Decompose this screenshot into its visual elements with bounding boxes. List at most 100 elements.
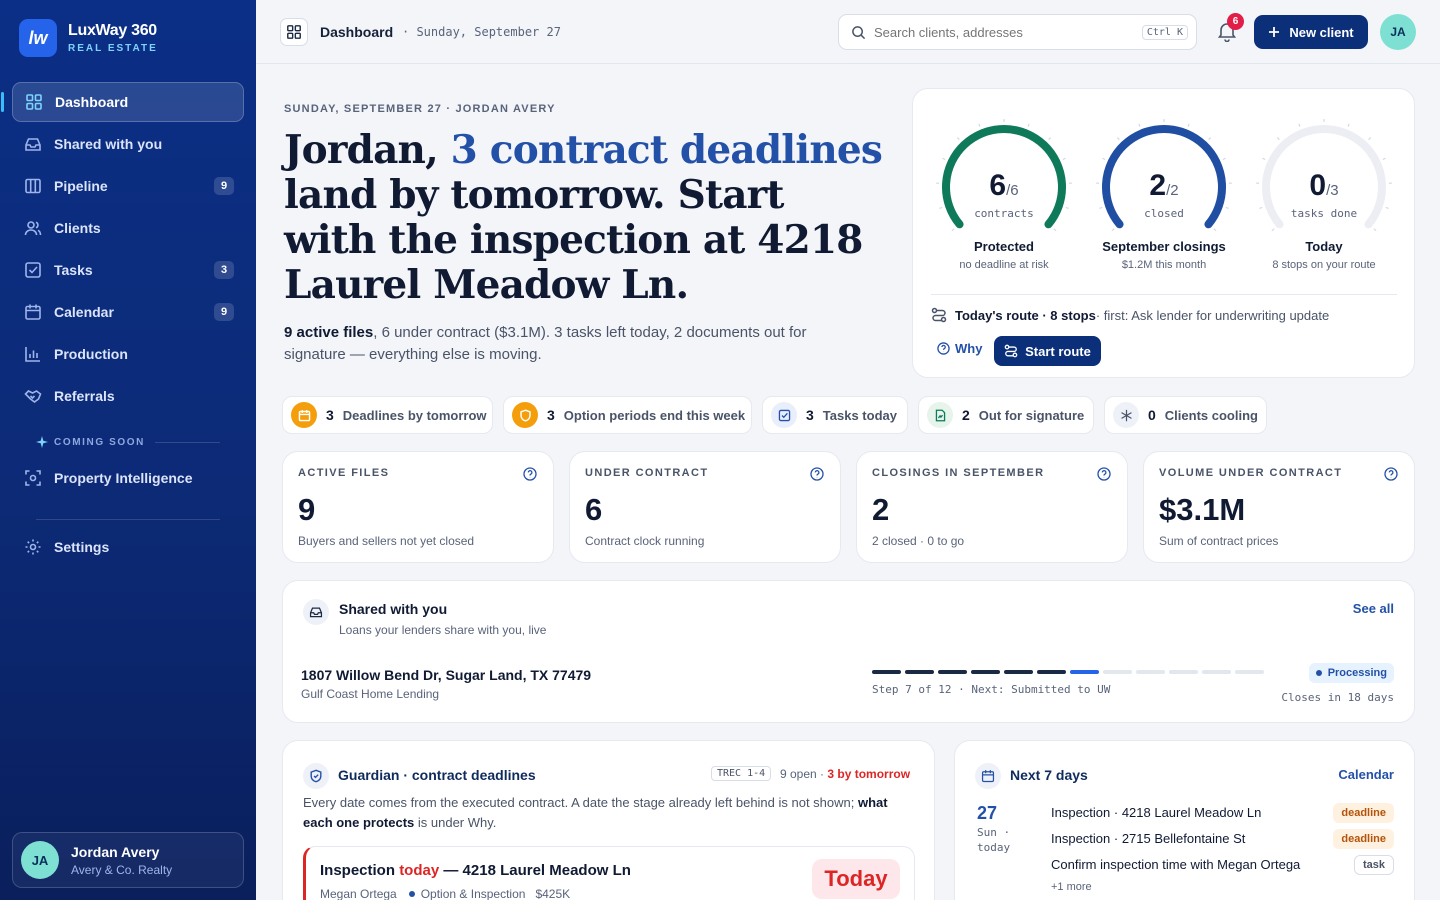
user-profile[interactable]: JA Jordan Avery Avery & Co. Realty <box>12 832 244 888</box>
grid-icon <box>287 25 301 39</box>
chip-label: Option periods end this week <box>563 407 746 423</box>
chip-option-periods[interactable]: 3 Option periods end this week <box>503 396 752 434</box>
sidebar-item-label: Shared with you <box>54 136 163 152</box>
scan-icon <box>25 470 41 486</box>
route-icon <box>1004 344 1018 358</box>
sidebar-item-tasks[interactable]: Tasks 3 <box>12 250 244 290</box>
chip-count: 0 <box>1148 407 1156 423</box>
pipeline-count-badge: 9 <box>214 177 234 195</box>
checkbox-icon <box>25 262 41 278</box>
kpi-volume-under-contract[interactable]: VOLUME UNDER CONTRACT $3.1M Sum of contr… <box>1143 451 1415 563</box>
help-icon[interactable] <box>1384 467 1398 481</box>
dashboard-grid-button[interactable] <box>280 18 308 46</box>
chip-label: Tasks today <box>822 407 897 423</box>
brand-logo: lw <box>19 19 57 57</box>
gauge-tick <box>1347 123 1350 127</box>
step-segment <box>1235 670 1264 674</box>
step-segment <box>1202 670 1231 674</box>
gauge-unit: closed <box>1144 207 1184 220</box>
status-label: Processing <box>1327 667 1387 679</box>
gauge-tick <box>1213 228 1217 232</box>
sidebar-item-pipeline[interactable]: Pipeline 9 <box>12 166 244 206</box>
sidebar-item-referrals[interactable]: Referrals <box>12 376 244 416</box>
step-segment <box>1037 670 1066 674</box>
sidebar: lw LuxWay 360 REAL ESTATE Dashboard Shar… <box>0 0 256 900</box>
kpi-value: 6 <box>585 492 603 527</box>
see-all-link[interactable]: See all <box>1353 601 1394 616</box>
deadline-item[interactable]: Inspection today — 4218 Laurel Meadow Ln… <box>303 846 915 900</box>
page-title: Dashboard <box>320 24 394 40</box>
gauge-tick <box>1187 123 1190 127</box>
search-box[interactable]: Ctrl K <box>838 14 1197 50</box>
sidebar-item-property-intelligence[interactable]: Property Intelligence <box>12 458 244 498</box>
active-indicator <box>1 92 4 112</box>
gauge-value: 6/6 <box>989 169 1019 202</box>
kpi-sub: Buyers and sellers not yet closed <box>298 534 475 548</box>
gauge-tick <box>1048 137 1052 141</box>
gauge-sub: $1.2M this month <box>1121 259 1207 271</box>
why-button[interactable]: Why <box>937 341 982 356</box>
help-icon[interactable] <box>523 467 537 481</box>
route-detail: · first: Ask lender for underwriting upd… <box>1095 307 1330 323</box>
event-tag: deadline <box>1333 803 1394 823</box>
sidebar-item-label: Settings <box>54 539 110 555</box>
hero-title-post: land by tomorrow. Start with the inspect… <box>284 172 863 308</box>
kpi-sub: Contract clock running <box>585 534 705 548</box>
search-input[interactable] <box>874 24 1124 40</box>
kpi-closings-september[interactable]: CLOSINGS IN SEPTEMBER 2 2 closed · 0 to … <box>856 451 1128 563</box>
chip-icon-wrap <box>1113 402 1139 428</box>
chip-tasks-today[interactable]: 3 Tasks today <box>762 396 908 434</box>
step-segment <box>1004 670 1033 674</box>
sidebar-item-settings[interactable]: Settings <box>12 527 244 567</box>
event-item[interactable]: Inspection · 2715 Bellefontaine St <box>1051 831 1245 846</box>
event-item[interactable]: Confirm inspection time with Megan Orteg… <box>1051 857 1300 872</box>
notification-count-badge: 6 <box>1227 13 1244 30</box>
help-icon[interactable] <box>1097 467 1111 481</box>
step-segment <box>1070 670 1099 674</box>
chip-deadlines[interactable]: 3 Deadlines by tomorrow <box>282 396 493 434</box>
avatar[interactable]: JA <box>1380 14 1416 50</box>
step-segment <box>1103 670 1132 674</box>
start-route-button[interactable]: Start route <box>994 336 1101 366</box>
topbar: Dashboard · Sunday, September 27 Ctrl K … <box>256 0 1440 64</box>
calendar-icon <box>298 409 310 421</box>
calendar-icon-wrap <box>975 763 1001 789</box>
sidebar-item-dashboard[interactable]: Dashboard <box>1 82 244 122</box>
gauge-tick <box>1382 157 1386 161</box>
gauge-unit: contracts <box>974 207 1034 220</box>
event-item[interactable]: Inspection · 4218 Laurel Meadow Ln <box>1051 805 1261 820</box>
kpi-under-contract[interactable]: UNDER CONTRACT 6 Contract clock running <box>569 451 841 563</box>
trec-badge: TREC 1-4 <box>711 766 772 781</box>
sidebar-nav: Dashboard Shared with you Pipeline 9 Cli… <box>1 82 244 418</box>
chip-out-for-signature[interactable]: 2 Out for signature <box>918 396 1094 434</box>
signature-icon <box>935 409 945 421</box>
calendar-link[interactable]: Calendar <box>1338 767 1394 782</box>
kpi-label: ACTIVE FILES <box>298 467 390 479</box>
gear-icon <box>25 539 41 555</box>
gauge-tick <box>1373 228 1377 232</box>
more-events-link[interactable]: +1 more <box>1051 881 1092 893</box>
sidebar-item-production[interactable]: Production <box>12 334 244 374</box>
chip-count: 3 <box>547 407 555 423</box>
chip-label: Out for signature <box>978 407 1085 423</box>
loan-address[interactable]: 1807 Willow Bend Dr, Sugar Land, TX 7747… <box>301 667 591 683</box>
chip-label: Clients cooling <box>1164 407 1258 423</box>
step-segment <box>1136 670 1165 674</box>
kpi-active-files[interactable]: ACTIVE FILES 9 Buyers and sellers not ye… <box>282 451 554 563</box>
new-client-button[interactable]: New client <box>1254 15 1368 49</box>
calendar-icon <box>981 770 995 783</box>
brand[interactable]: lw LuxWay 360 REAL ESTATE <box>19 19 158 57</box>
shared-title: Shared with you <box>339 601 448 617</box>
next7-title: Next 7 days <box>1010 767 1088 783</box>
sidebar-item-calendar[interactable]: Calendar 9 <box>12 292 244 332</box>
gauge-tick <box>1222 157 1226 161</box>
gauge-value: 0/3 <box>1309 169 1339 202</box>
gauge-sub: 8 stops on your route <box>1272 259 1376 271</box>
chip-icon-wrap <box>512 402 538 428</box>
kpi-label: VOLUME UNDER CONTRACT <box>1159 467 1343 479</box>
sidebar-item-clients[interactable]: Clients <box>12 208 244 248</box>
route-summary: Today's route · 8 stops · first: Ask len… <box>931 307 1329 323</box>
sidebar-item-shared[interactable]: Shared with you <box>12 124 244 164</box>
chip-clients-cooling[interactable]: 0 Clients cooling <box>1104 396 1267 434</box>
help-icon[interactable] <box>810 467 824 481</box>
